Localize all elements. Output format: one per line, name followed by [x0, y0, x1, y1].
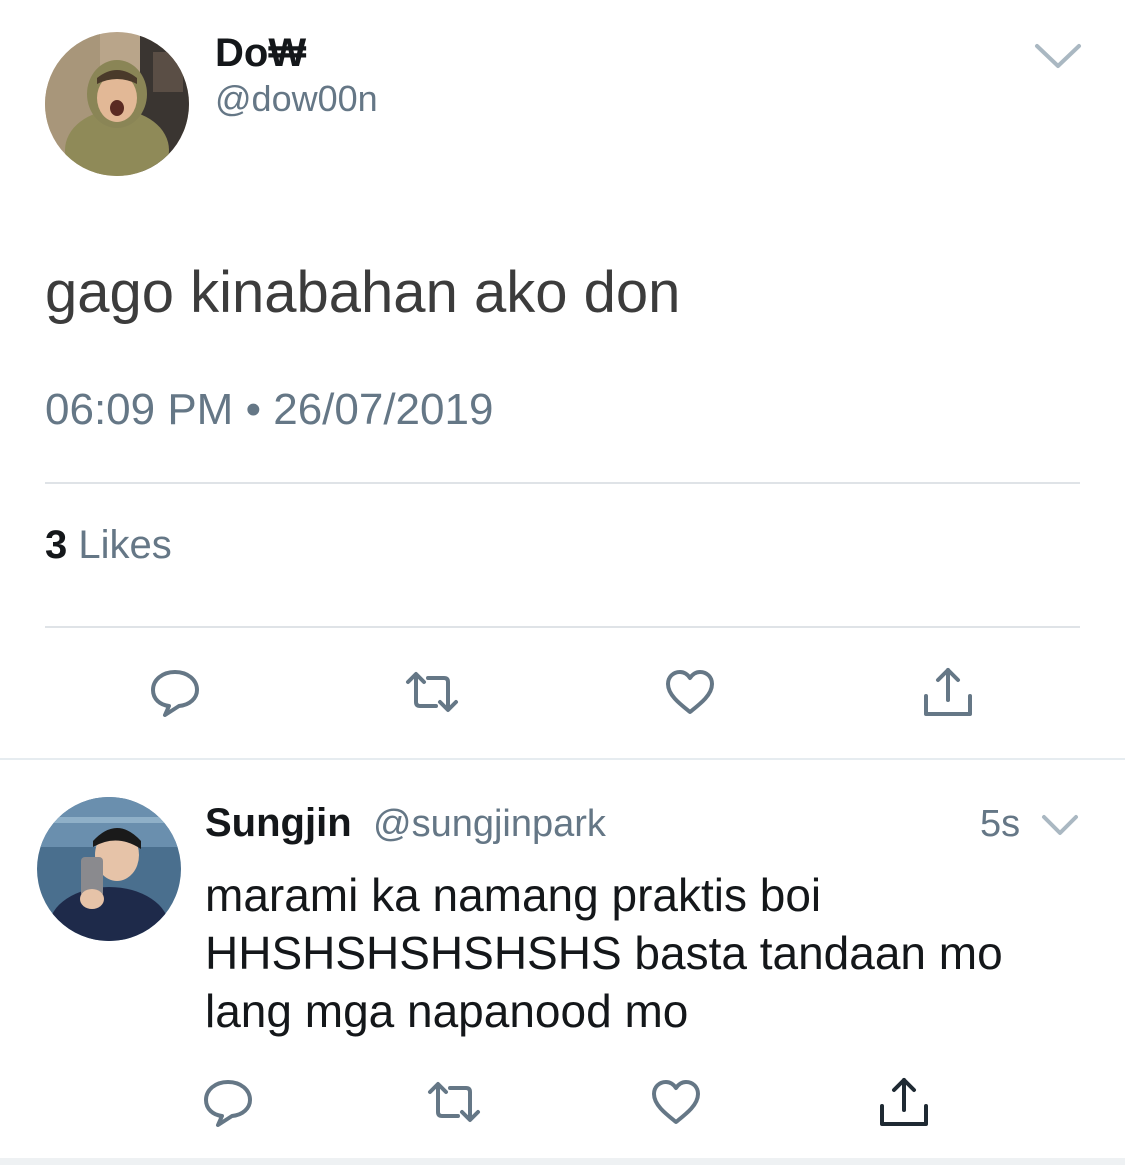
- avatar-photo: [37, 797, 181, 941]
- reply-author-avatar[interactable]: [37, 797, 181, 941]
- reply-text: marami ka namang praktis boi HHSHSHSHSHS…: [205, 869, 1003, 1037]
- tweet-time: 06:09 PM: [45, 385, 234, 434]
- reply-author-handle[interactable]: @sungjinpark: [373, 802, 606, 846]
- likes-count: 3: [45, 523, 68, 567]
- retweet-icon[interactable]: [402, 662, 462, 722]
- likes-summary[interactable]: 3 Likes: [45, 522, 172, 568]
- divider: [45, 482, 1080, 484]
- reply-author-name[interactable]: Sungjin: [205, 800, 352, 846]
- author-handle[interactable]: @dow00n: [215, 78, 378, 120]
- chevron-down-icon[interactable]: [1040, 811, 1080, 839]
- reply-timestamp: 5s: [980, 803, 1021, 845]
- author-avatar[interactable]: [45, 32, 189, 176]
- tweet-timestamp: 06:09 PM • 26/07/2019: [45, 384, 493, 436]
- reply-icon[interactable]: [145, 662, 205, 722]
- timestamp-separator: •: [245, 385, 261, 434]
- section-divider: [0, 758, 1125, 760]
- reply-icon[interactable]: [198, 1072, 258, 1132]
- avatar-photo: [45, 32, 189, 176]
- author-display-name[interactable]: Do₩: [215, 30, 306, 76]
- chevron-down-icon[interactable]: [1033, 38, 1083, 74]
- bottom-edge: [0, 1158, 1125, 1165]
- share-icon[interactable]: [874, 1072, 934, 1132]
- tweet-date: 26/07/2019: [273, 385, 494, 434]
- like-icon[interactable]: [660, 662, 720, 722]
- like-icon[interactable]: [646, 1072, 706, 1132]
- tweet-text: gago kinabahan ako don: [45, 260, 681, 325]
- divider: [45, 626, 1080, 628]
- share-icon[interactable]: [918, 662, 978, 722]
- likes-label: Likes: [78, 523, 172, 567]
- retweet-icon[interactable]: [424, 1072, 484, 1132]
